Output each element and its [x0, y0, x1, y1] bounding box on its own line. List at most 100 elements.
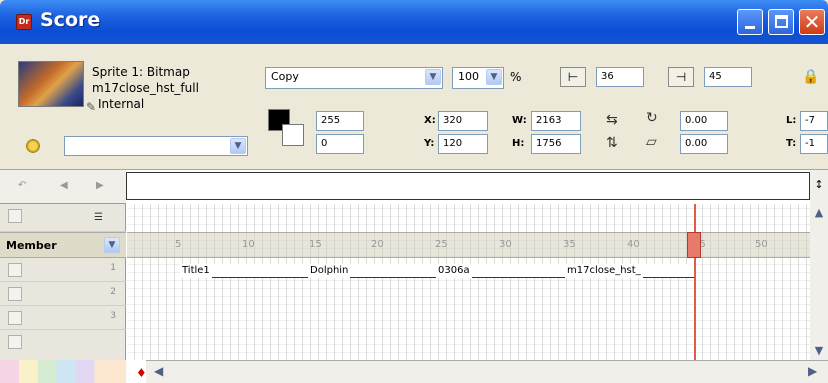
channel-column: ↶ ◀ ▶ ☰ Member ▼ 1 2 3 [0, 170, 126, 383]
marker-row: ☰ [0, 204, 126, 232]
previous-icon[interactable]: ◀ [60, 180, 68, 191]
width-field[interactable]: 2163 [531, 111, 581, 131]
score-grid[interactable]: 5 10 15 20 25 30 35 40 45 50 Title1 Dolp… [127, 204, 810, 360]
lock-icon[interactable]: 🔒 [802, 69, 819, 85]
frame-tick: 30 [499, 239, 512, 250]
frame-tick: 25 [435, 239, 448, 250]
scroll-left-icon[interactable]: ◀ [154, 364, 163, 378]
sprite-title1[interactable]: Title1 [180, 264, 212, 278]
sprite-title: Sprite 1: Bitmap [92, 65, 190, 79]
sprite-member-name: m17close_hst_full [92, 81, 199, 95]
rotate-icon: ↻ [646, 110, 658, 126]
sprite-0306a[interactable]: 0306a [436, 264, 472, 278]
height-field[interactable]: 1756 [531, 134, 581, 154]
skew-field[interactable]: 0.00 [680, 134, 728, 154]
x-field[interactable]: 320 [438, 111, 488, 131]
skew-icon: ▱ [646, 134, 657, 150]
background-field[interactable]: 0 [316, 134, 364, 154]
scroll-down-icon[interactable]: ▼ [810, 342, 828, 360]
display-mode-row: Member ▼ [0, 232, 126, 258]
scroll-up-icon[interactable]: ▲ [810, 204, 828, 222]
minimize-button[interactable] [737, 9, 763, 35]
start-frame-icon: ⊢ [560, 67, 586, 87]
channel-toggle[interactable] [8, 287, 22, 301]
sprite-info: Sprite 1: Bitmap m17close_hst_full Inter… [92, 64, 252, 112]
nav-row: ↶ ◀ ▶ [0, 170, 126, 204]
sprite-color-strip[interactable] [0, 360, 126, 383]
sprite-m17close[interactable]: m17close_hst_ [565, 264, 643, 278]
channel-number: 1 [110, 263, 116, 273]
maximize-icon [775, 15, 788, 28]
l-label: L: [786, 115, 797, 126]
flip-vertical-icon[interactable]: ⇅ [606, 135, 618, 151]
channel-row-2[interactable]: 2 [0, 282, 126, 306]
marker-channel[interactable] [126, 172, 810, 200]
scroll-right-icon[interactable]: ▶ [808, 364, 817, 378]
chevron-down-icon: ▼ [425, 69, 441, 85]
w-label: W: [512, 115, 527, 126]
blend-unit: % [510, 70, 522, 84]
background-color-chip[interactable] [282, 124, 304, 146]
script-icon[interactable]: ☰ [94, 212, 103, 223]
end-frame-icon: ⊣ [668, 67, 694, 87]
end-frame-field[interactable]: 45 [704, 67, 752, 87]
score-area: ↶ ◀ ▶ ☰ Member ▼ 1 2 3 ↕ 5 10 15 20 25 3… [0, 170, 828, 383]
t-label: T: [786, 138, 797, 149]
channel-row-4[interactable] [0, 330, 126, 354]
blend-value: 100 [458, 70, 479, 83]
channel-row-1[interactable]: 1 [0, 258, 126, 282]
foreground-field[interactable]: 255 [316, 111, 364, 131]
vertical-scrollbar[interactable]: ▲ ▼ [810, 204, 828, 360]
blend-select[interactable]: 100 ▼ [452, 67, 504, 89]
horizontal-scrollbar[interactable]: ◀ ▶ [146, 360, 828, 383]
x-label: X: [424, 115, 436, 126]
display-mode-label: Member [6, 239, 57, 252]
window-title: Score [40, 9, 101, 31]
start-frame-field[interactable]: 36 [596, 67, 644, 87]
frame-tick: 40 [627, 239, 640, 250]
sprite-dolphin[interactable]: Dolphin [308, 264, 351, 278]
pen-icon: ✎ [86, 100, 97, 114]
sprite-channel-1[interactable]: Title1 Dolphin 0306a m17close_hst_ [180, 264, 696, 278]
channel-toggle[interactable] [8, 209, 22, 223]
ink-value: Copy [271, 70, 299, 83]
frame-tick: 5 [175, 239, 182, 250]
close-icon: ✕ [803, 10, 821, 34]
title-bar: Dr Score ✕ [0, 0, 828, 44]
flip-horizontal-icon[interactable]: ⇆ [606, 112, 618, 128]
frame-tick: 10 [242, 239, 255, 250]
sprite-cast-name: Internal [98, 97, 145, 111]
frame-tick: 15 [309, 239, 322, 250]
top-field[interactable]: -1 [800, 134, 828, 154]
close-button[interactable]: ✕ [799, 9, 825, 35]
sprite-toolbar: Sprite 1: Bitmap m17close_hst_full Inter… [0, 44, 828, 170]
playhead-handle[interactable] [687, 232, 701, 258]
channel-toggle[interactable] [8, 263, 22, 277]
y-field[interactable]: 120 [438, 134, 488, 154]
frame-tick: 50 [755, 239, 768, 250]
ink-select[interactable]: Copy ▼ [265, 67, 443, 89]
channel-toggle[interactable] [8, 311, 22, 325]
h-label: H: [512, 138, 525, 149]
playhead-line [694, 204, 696, 360]
frame-tick: 20 [371, 239, 384, 250]
sprite-thumbnail [18, 61, 84, 107]
left-field[interactable]: -7 [800, 111, 828, 131]
channel-row-3[interactable]: 3 [0, 306, 126, 330]
rotation-field[interactable]: 0.00 [680, 111, 728, 131]
play-icon[interactable]: ▶ [96, 180, 104, 191]
channel-toggle[interactable] [8, 335, 22, 349]
frame-tick: 35 [563, 239, 576, 250]
behavior-select[interactable]: ▼ [64, 136, 248, 156]
y-label: Y: [424, 138, 435, 149]
chevron-down-icon: ▼ [230, 138, 246, 154]
frame-ruler[interactable]: 5 10 15 20 25 30 35 40 45 50 [127, 232, 810, 258]
gear-icon[interactable] [25, 138, 41, 154]
maximize-button[interactable] [768, 9, 794, 35]
channel-number: 2 [110, 287, 116, 297]
chevron-down-icon: ▼ [486, 69, 502, 85]
minimize-icon [745, 26, 755, 29]
app-icon: Dr [16, 14, 32, 30]
chevron-down-icon[interactable]: ▼ [104, 237, 120, 253]
rewind-icon[interactable]: ↶ [18, 180, 26, 191]
